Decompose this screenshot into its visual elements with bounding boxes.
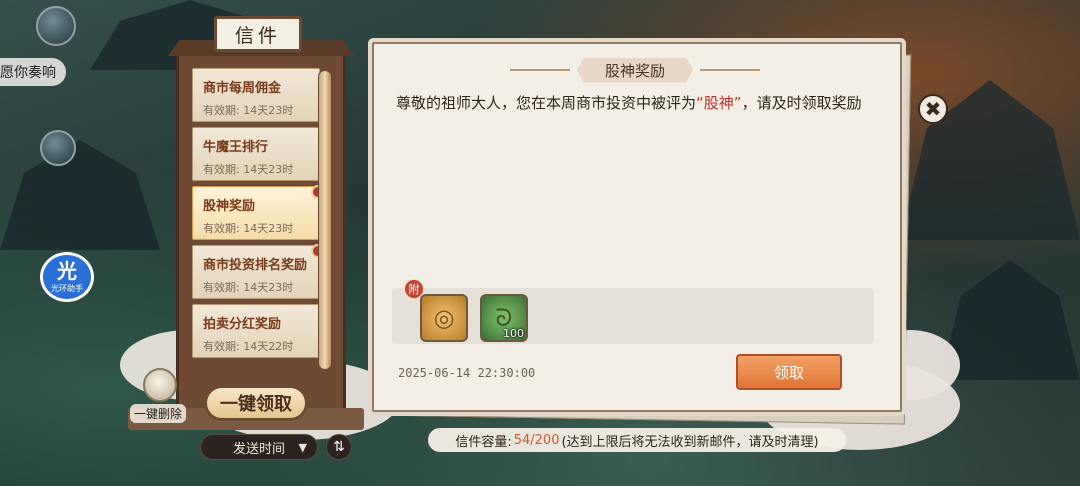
sort-label: 发送时间 [233, 441, 286, 457]
delete-all-button[interactable]: 一键删除 [130, 404, 187, 423]
helper-icon: 光 [57, 258, 77, 283]
mail-list-scroll-rod [318, 70, 332, 370]
letter-body-text: 尊敬的祖师大人，您在本周商市投资中被评为 [396, 94, 697, 112]
mail-item-expiry: 有效期: 14天23时 [203, 104, 294, 117]
activity-label[interactable]: 愿你奏响 [0, 58, 66, 86]
jade-pendant-icon[interactable]: ᘐ 100 [480, 294, 528, 342]
mail-item[interactable]: 拍卖分红奖励 有效期: 14天22时 [192, 304, 320, 358]
chevron-down-icon: ▼ [298, 440, 307, 454]
letter-body-text-end: ，请及时领取奖励 [741, 94, 862, 112]
letter-title-bar: 股神奖励 [510, 57, 760, 83]
delete-bag-icon[interactable] [143, 368, 177, 402]
mail-item[interactable]: 牛魔王排行 有效期: 14天23时 [192, 127, 320, 181]
mail-item[interactable]: 商市每周佣金 有效期: 14天23时 [192, 68, 320, 122]
claim-all-button[interactable]: 一键领取 [204, 385, 308, 421]
letter-title: 股神奖励 [576, 57, 693, 83]
mail-item-selected[interactable]: 股神奖励 有效期: 14天23时 [192, 185, 320, 240]
claim-button[interactable]: 领取 [736, 354, 842, 390]
letter-body: 尊敬的祖师大人，您在本周商市投资中被评为“股神”，请及时领取奖励 [396, 92, 882, 114]
mail-item-expiry: 有效期: 14天23时 [203, 281, 294, 294]
mail-capacity: 信件容量: 54/200 (达到上限后将无法收到新邮件，请及时清理) [428, 428, 846, 452]
capacity-label: 信件容量: [455, 434, 512, 450]
mail-item[interactable]: 商市投资排名奖励 有效期: 14天23时 [192, 244, 320, 299]
sort-dropdown[interactable]: 发送时间 ▼ [200, 434, 318, 460]
mail-item-title: 商市每周佣金 [203, 81, 282, 96]
letter-date: 2025-06-14 22:30:00 [398, 366, 536, 380]
capacity-note: (达到上限后将无法收到新邮件，请及时清理) [561, 434, 819, 450]
mail-item-expiry: 有效期: 14天23时 [203, 222, 294, 235]
mail-item-expiry: 有效期: 14天22时 [203, 340, 294, 353]
letter-body-highlight: “股神” [696, 94, 742, 112]
capacity-value: 54/200 [513, 432, 560, 448]
item-quantity: 100 [503, 327, 524, 340]
top-left-orb-icon[interactable] [36, 6, 76, 46]
side-orb-icon[interactable] [40, 130, 76, 166]
helper-label: 光环助手 [51, 283, 83, 293]
sort-order-toggle-icon[interactable]: ⇅ [326, 434, 352, 460]
mail-item-title: 牛魔王排行 [203, 140, 269, 155]
mail-item-title: 拍卖分红奖励 [203, 317, 282, 332]
mail-item-title: 股神奖励 [203, 199, 256, 214]
helper-assistant-button[interactable]: 光 光环助手 [40, 252, 94, 302]
close-icon[interactable]: ✖ [918, 94, 948, 124]
gold-bracelet-icon[interactable]: ◎ [420, 294, 468, 342]
mail-item-expiry: 有效期: 14天23时 [203, 163, 294, 176]
mailbox-title: 信件 [214, 16, 302, 52]
mail-list[interactable]: 商市每周佣金 有效期: 14天23时 牛魔王排行 有效期: 14天23时 股神奖… [192, 68, 320, 364]
mail-item-title: 商市投资排名奖励 [203, 258, 308, 273]
